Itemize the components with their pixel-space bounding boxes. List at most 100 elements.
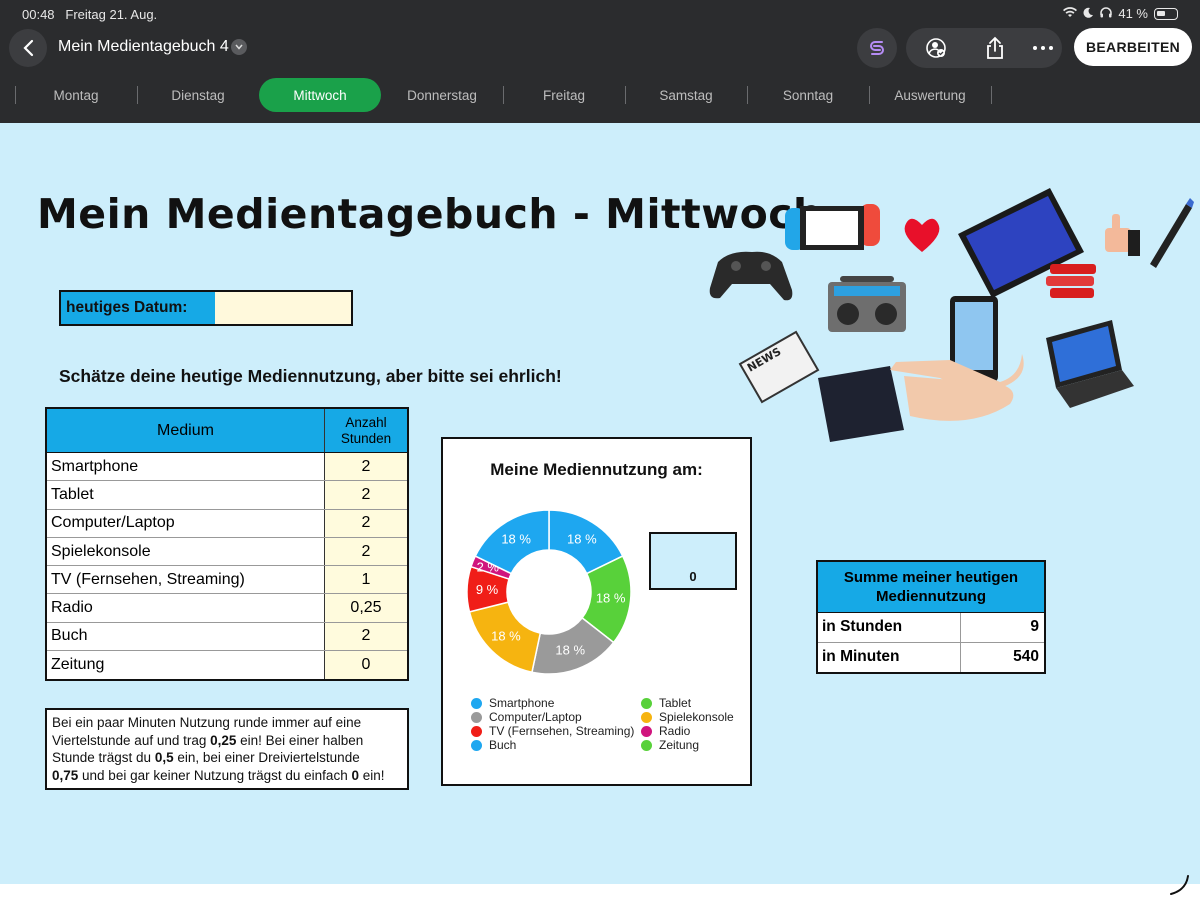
note-bold: 0,5 (154, 750, 174, 765)
title-menu-button[interactable] (231, 39, 247, 55)
tab-divider (991, 86, 992, 104)
share-button[interactable] (983, 36, 1007, 60)
legend-label: Spielekonsole (659, 710, 734, 724)
pen-icon (1150, 198, 1194, 268)
header-medium: Medium (47, 409, 325, 452)
tab-donnerstag[interactable]: Donnerstag (381, 78, 503, 112)
legend-swatch (471, 725, 482, 737)
date-field: heutiges Datum: (59, 290, 353, 326)
hours-input-cell[interactable]: 2 (325, 453, 407, 481)
status-clock: 00:48 (22, 7, 55, 22)
sum-row-hours: in Stunden 9 (818, 613, 1044, 643)
slice-label: 18 % (596, 590, 626, 605)
stage-icon (870, 41, 884, 55)
note-text: ein, bei einer Dreiviertelstunde (173, 750, 360, 765)
medium-cell: Spielekonsole (47, 537, 325, 566)
headphones-icon (1100, 6, 1113, 21)
table-row: Smartphone 2 (47, 453, 407, 482)
sheet-tabs: Montag Dienstag Mittwoch Donnerstag Frei… (0, 76, 1200, 114)
more-button[interactable] (1031, 36, 1055, 60)
tab-freitag[interactable]: Freitag (503, 78, 625, 112)
battery-percent: 41 % (1118, 6, 1148, 21)
legend-swatch (641, 711, 652, 723)
media-clipart: NEWS (709, 188, 1194, 442)
chart-date-cell[interactable]: 0 (649, 532, 737, 590)
sum-hours-label: in Stunden (818, 613, 961, 642)
table-row: Buch 2 (47, 622, 407, 652)
legend-item: TV (Fernsehen, Streaming) (471, 724, 641, 738)
legend-swatch (641, 697, 652, 709)
radio-icon (828, 276, 906, 332)
corner-resize-icon[interactable] (1168, 874, 1190, 896)
media-chart[interactable]: Meine Mediennutzung am: 18 % 18 % 18 % 18 %… (441, 437, 752, 786)
medium-cell: Tablet (47, 481, 325, 509)
legend-swatch (641, 739, 652, 751)
slice-label: 18 % (555, 642, 585, 657)
sum-minutes-value: 540 (1013, 648, 1039, 666)
hours-input-cell[interactable]: 2 (325, 481, 407, 509)
status-date: Freitag 21. Aug. (65, 7, 158, 22)
legend-item: Radio (641, 724, 741, 738)
tab-montag[interactable]: Montag (15, 78, 137, 112)
legend-swatch (471, 711, 482, 723)
hours-input-cell[interactable]: 2 (325, 537, 407, 566)
legend-item: Zeitung (641, 738, 741, 752)
thumbs-up-icon (1105, 214, 1140, 256)
table-header: Medium Anzahl Stunden (47, 409, 407, 453)
media-usage-table: Medium Anzahl Stunden Smartphone 2 Tablet… (45, 407, 409, 682)
hours-input-cell[interactable]: 1 (325, 566, 407, 594)
hours-input-cell[interactable]: 2 (325, 622, 407, 651)
legend-item: Buch (471, 738, 641, 752)
slice-label: 9 % (476, 582, 499, 597)
status-time: 00:48 Freitag 21. Aug. (22, 7, 157, 22)
legend-label: Tablet (659, 696, 692, 710)
more-icon (1033, 46, 1053, 50)
moon-icon (1083, 6, 1094, 21)
collaborate-button[interactable] (924, 36, 948, 60)
newspaper-icon: NEWS (738, 330, 820, 404)
hours-input-cell[interactable]: 0 (325, 651, 407, 680)
tab-sonntag[interactable]: Sonntag (747, 78, 869, 112)
tab-dienstag[interactable]: Dienstag (137, 78, 259, 112)
sum-minutes-label: in Minuten (818, 642, 961, 672)
legend-swatch (471, 739, 482, 751)
stage-manager-button[interactable] (857, 28, 897, 68)
note-bold: 0,25 (210, 732, 237, 748)
edit-button[interactable]: BEARBEITEN (1074, 28, 1192, 66)
tab-mittwoch[interactable]: Mittwoch (259, 78, 381, 112)
legend-item: Smartphone (471, 696, 641, 710)
bottom-strip (0, 884, 1200, 900)
hours-input-cell[interactable]: 0,25 (325, 594, 407, 622)
status-indicators: 41 % (1063, 6, 1178, 21)
legend-item: Computer/Laptop (471, 710, 641, 724)
table-row: TV (Fernsehen, Streaming) 1 (47, 566, 407, 595)
note-text: ein! (358, 767, 385, 783)
date-label: heutiges Datum: (61, 292, 215, 324)
legend-label: TV (Fernsehen, Streaming) (489, 724, 635, 738)
medium-cell: TV (Fernsehen, Streaming) (47, 566, 325, 594)
tab-samstag[interactable]: Samstag (625, 78, 747, 112)
date-input-cell[interactable] (215, 292, 351, 324)
medium-cell: Zeitung (47, 651, 325, 680)
nintendo-switch-icon (785, 204, 880, 250)
chevron-down-icon (235, 44, 243, 50)
back-button[interactable] (9, 29, 47, 67)
table-row: Zeitung 0 (47, 651, 407, 680)
hours-input-cell[interactable]: 2 (325, 509, 407, 537)
legend-label: Zeitung (659, 738, 700, 752)
legend-swatch (471, 697, 482, 709)
document-title[interactable]: Mein Medientagebuch 4 (58, 38, 229, 56)
rounding-note: Bei ein paar Minuten Nutzung runde immer… (45, 708, 409, 790)
laptop-icon (1046, 320, 1134, 408)
slice-label: 18 % (567, 531, 597, 546)
wifi-icon (1063, 6, 1078, 21)
table-row: Tablet 2 (47, 481, 407, 510)
note-bold: 0 (351, 767, 359, 783)
tab-auswertung[interactable]: Auswertung (869, 78, 991, 112)
legend-label: Radio (659, 724, 691, 738)
legend-swatch (641, 725, 652, 737)
medium-cell: Buch (47, 622, 325, 651)
sum-row-minutes: in Minuten 540 (818, 642, 1044, 672)
medium-cell: Computer/Laptop (47, 509, 325, 537)
share-icon (987, 36, 1003, 59)
